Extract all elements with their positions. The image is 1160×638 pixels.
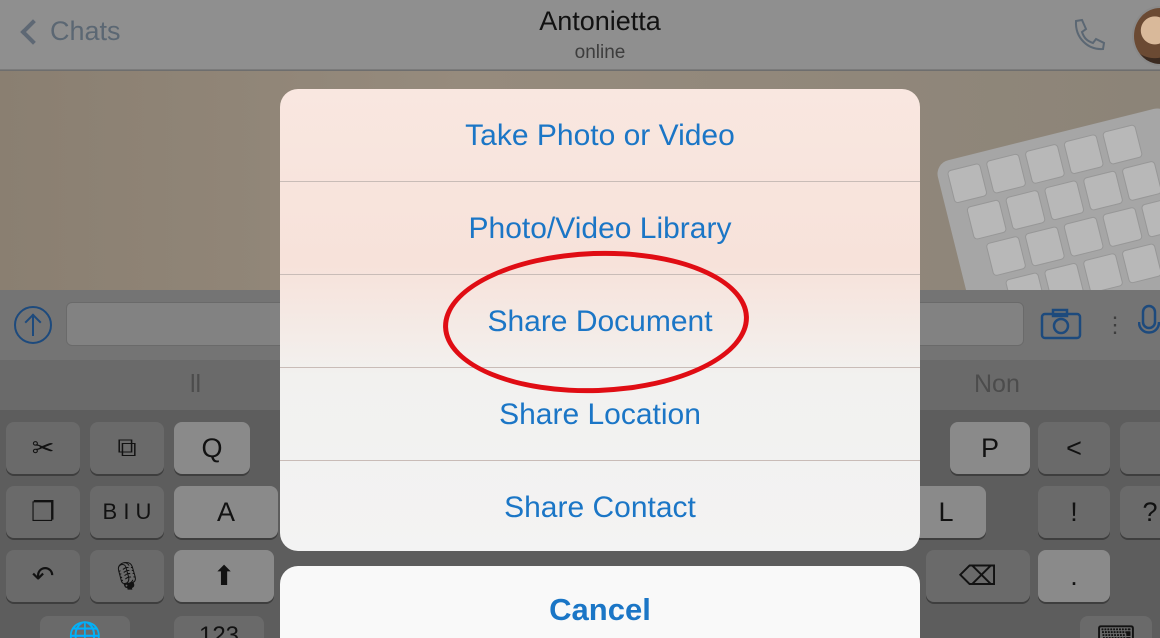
phone-icon[interactable] [1068, 16, 1108, 56]
shift-key[interactable]: ⬆ [174, 550, 274, 602]
copy-key[interactable]: ⧉ [90, 422, 164, 474]
scissors-icon: ✂ [31, 432, 55, 463]
numbers-key[interactable]: 123 [174, 616, 264, 638]
format-key[interactable]: B I U [90, 486, 164, 538]
delete-key[interactable]: ⌫ [926, 550, 1030, 602]
dictation-key[interactable]: 🎙 [90, 550, 164, 602]
copy-icon: ⧉ [117, 432, 137, 462]
paste-key[interactable]: ❐ [6, 486, 80, 538]
paste-icon: ❐ [30, 496, 56, 527]
share-location-option[interactable]: Share Location [280, 368, 920, 461]
key-p[interactable]: P [950, 422, 1030, 474]
key-q[interactable]: Q [174, 422, 250, 474]
key-less-than[interactable]: < [1038, 422, 1110, 474]
key-period[interactable]: . [1038, 550, 1110, 602]
microphone-icon: 🎙 [109, 561, 145, 591]
action-sheet: Take Photo or Video Photo/Video Library … [280, 89, 920, 551]
share-contact-option[interactable]: Share Contact [280, 461, 920, 551]
key-exclamation[interactable]: ! [1038, 486, 1110, 538]
undo-icon: ↶ [31, 560, 55, 591]
suggestion-2[interactable]: Non [974, 370, 1020, 399]
key-right-edge[interactable] [1120, 422, 1160, 474]
contact-status: online [574, 42, 626, 63]
cut-key[interactable]: ✂ [6, 422, 80, 474]
upload-arrow-icon[interactable] [14, 306, 52, 344]
cancel-button[interactable]: Cancel [280, 566, 920, 638]
suggestion-1[interactable]: ll [190, 370, 201, 399]
keyboard-icon: ⌨ [1096, 620, 1136, 638]
microphone-icon[interactable] [1138, 304, 1160, 344]
nav-bar: Chats Antonietta online [0, 0, 1160, 70]
globe-key[interactable]: 🌐 [40, 616, 130, 638]
contact-name[interactable]: Antonietta [0, 6, 1160, 37]
undo-key[interactable]: ↶ [6, 550, 80, 602]
take-photo-option[interactable]: Take Photo or Video [280, 89, 920, 182]
share-document-option[interactable]: Share Document [280, 275, 920, 368]
key-question[interactable]: ? [1120, 486, 1160, 538]
keyboard-hide-key[interactable]: ⌨ [1080, 616, 1152, 638]
key-a[interactable]: A [174, 486, 278, 538]
more-dots-icon[interactable]: ⋮ [1104, 312, 1126, 338]
camera-icon[interactable] [1040, 308, 1082, 340]
photo-library-option[interactable]: Photo/Video Library [280, 182, 920, 275]
backspace-icon: ⌫ [958, 560, 998, 591]
globe-icon: 🌐 [68, 621, 102, 638]
shift-arrow-icon: ⬆ [212, 560, 236, 591]
